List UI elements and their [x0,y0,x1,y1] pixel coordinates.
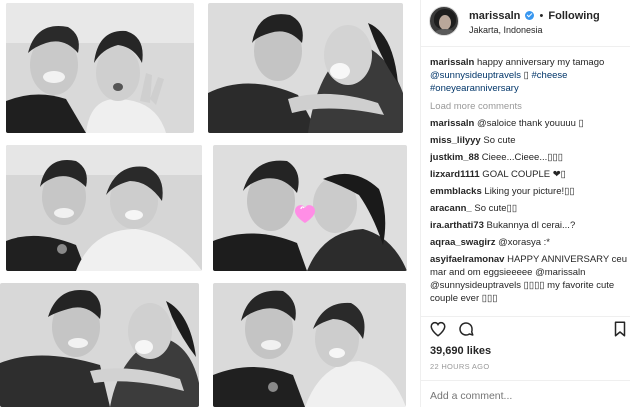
comment-username[interactable]: aracann_ [430,203,472,214]
bookmark-icon[interactable] [611,320,629,338]
comment-username[interactable]: emmblacks [430,186,482,197]
photo-5[interactable] [0,283,199,407]
comment-item: aracann_ So cute▯▯ [430,202,628,215]
comment-item: ira.arthati73 Bukannya dl cerai...? [430,219,628,232]
comment-username[interactable]: asyifaelramonav [430,254,504,265]
comment-username[interactable]: miss_lilyyy [430,135,481,146]
following-button[interactable]: Following [548,10,599,22]
photo-strip[interactable] [0,0,420,407]
divider [421,380,630,381]
comment-username[interactable]: ira.arthati73 [430,220,484,231]
comment-item: miss_lilyyy So cute [430,134,628,147]
comment-username[interactable]: aqraa_swagirz [430,237,495,248]
location-link[interactable]: Jakarta, Indonesia [469,25,543,35]
photo-6[interactable] [213,283,406,407]
verified-badge-icon [525,11,535,20]
caption-mention[interactable]: @sunnysideuptravels [430,70,521,81]
load-more-comments-button[interactable]: Load more comments [430,100,628,113]
comment-text: Liking your picture!▯▯ [481,186,575,197]
separator-dot: • [539,10,544,22]
avatar[interactable] [429,6,459,36]
comment-text: @xorasya :* [495,237,551,248]
photo-2[interactable] [208,3,403,133]
comment-item: asyifaelramonav HAPPY ANNIVERSARY ceu ma… [430,253,628,305]
photo-4[interactable] [213,145,407,271]
user-line: marissaln • Following [469,10,600,22]
comment-text: So cute [480,135,516,146]
caption-text: happy anniversary my tamago [474,57,605,68]
heart-icon[interactable] [429,320,447,338]
post-caption: marissaln happy anniversary my tamago @s… [430,56,628,95]
comment-item: justkim_88 Cieee...Cieee...▯▯▯ [430,151,628,164]
comment-item: emmblacks Liking your picture!▯▯ [430,185,628,198]
username-link[interactable]: marissaln [469,10,520,22]
post-actions [429,320,629,340]
comment-item: aqraa_swagirz @xorasya :* [430,236,628,249]
post-side-panel: marissaln • Following Jakarta, Indonesia… [420,0,630,407]
comment-text: @saloice thank youuuu ▯ [474,118,584,129]
likes-count[interactable]: 39,690 likes [430,345,491,357]
comment-username[interactable]: lizxard1111 [430,169,480,180]
comment-item: lizxard1111 GOAL COUPLE ❤▯ [430,168,628,181]
comments-list[interactable]: marissaln happy anniversary my tamago @s… [430,56,628,314]
photo-3[interactable] [6,145,202,271]
add-comment-input[interactable] [430,390,625,402]
comment-text: Cieee...Cieee...▯▯▯ [479,152,563,163]
comment-text: Bukannya dl cerai...? [483,220,576,231]
comment-item: marissaln @saloice thank youuuu ▯ [430,117,628,130]
comment-username[interactable]: justkim_88 [430,152,479,163]
hashtag-oneyearanniversary[interactable]: #oneyearanniversary [430,83,519,94]
photo-1[interactable] [6,3,194,133]
post-timestamp: 22 HOURS AGO [430,362,490,371]
comment-text: So cute▯▯ [471,203,518,214]
hashtag-cheese[interactable]: #cheese [532,70,568,81]
divider [421,316,630,317]
comment-username[interactable]: marissaln [430,118,474,129]
comment-icon[interactable] [457,320,475,338]
post-header: marissaln • Following Jakarta, Indonesia [429,6,629,40]
comment-text: GOAL COUPLE ❤▯ [479,169,566,180]
divider [421,46,630,47]
caption-emoji: ▯ [520,70,532,81]
caption-username[interactable]: marissaln [430,57,474,68]
